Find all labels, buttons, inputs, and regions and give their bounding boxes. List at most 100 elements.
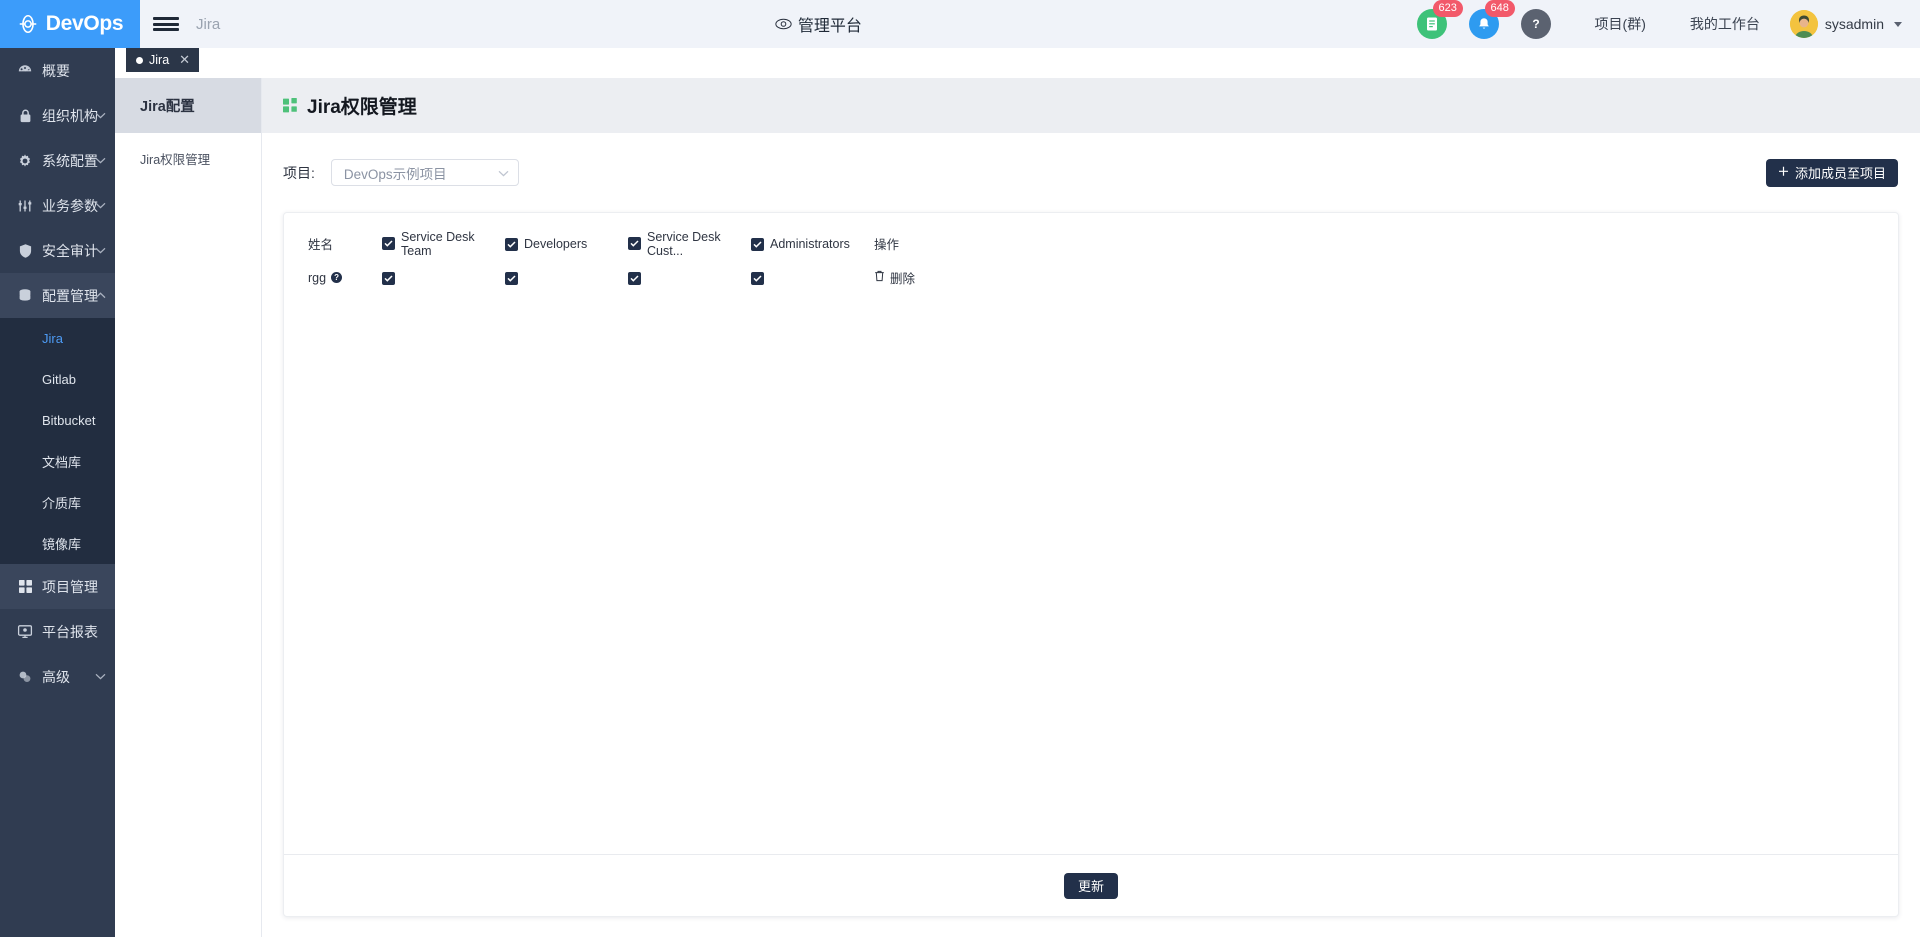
sidebar-item-organization[interactable]: 组织机构 bbox=[0, 93, 115, 138]
nav-link-workbench[interactable]: 我的工作台 bbox=[1668, 0, 1782, 48]
row-checkbox-developers[interactable] bbox=[505, 271, 518, 285]
question-circle-icon[interactable]: ? bbox=[331, 272, 343, 283]
sidebar-item-system-config[interactable]: 系统配置 bbox=[0, 138, 115, 183]
content-row: Jira配置 Jira权限管理 Jira权限管理 项目: DevOps示例项目 … bbox=[115, 78, 1920, 937]
sidebar-item-label: 项目管理 bbox=[42, 578, 98, 595]
chevron-down-icon bbox=[95, 247, 106, 254]
grid-icon bbox=[12, 579, 38, 594]
cell-service-desk-team bbox=[382, 258, 505, 297]
sidebar-item-label: 配置管理 bbox=[42, 287, 98, 304]
main-body: 姓名 Service Desk Team Developers Service … bbox=[262, 212, 1920, 937]
chevron-down-icon bbox=[95, 673, 106, 680]
user-name: sysadmin bbox=[1824, 16, 1884, 32]
th-service-desk-customers: Service Desk Cust... bbox=[628, 213, 751, 258]
table-header-row: 姓名 Service Desk Team Developers Service … bbox=[284, 213, 1898, 258]
add-member-button[interactable]: 添加成员至项目 bbox=[1765, 158, 1898, 187]
project-select-value: DevOps示例项目 bbox=[343, 166, 447, 182]
plus-icon bbox=[1778, 165, 1789, 180]
cell-service-desk-customers bbox=[628, 258, 751, 297]
th-label: Developers bbox=[524, 237, 588, 251]
database-icon bbox=[12, 288, 38, 304]
sidebar-subitem-bitbucket[interactable]: Bitbucket bbox=[0, 400, 115, 441]
row-checkbox-service-desk-team[interactable] bbox=[382, 271, 395, 285]
th-label: Service Desk Cust... bbox=[647, 229, 721, 258]
close-icon[interactable]: ✕ bbox=[175, 52, 190, 68]
sidebar-item-platform-reports[interactable]: 平台报表 bbox=[0, 609, 115, 654]
delete-label: 删除 bbox=[890, 272, 916, 286]
sidebar-item-business-params[interactable]: 业务参数 bbox=[0, 183, 115, 228]
sliders-icon bbox=[12, 198, 38, 214]
page-header: Jira权限管理 bbox=[262, 78, 1920, 133]
svg-text:?: ? bbox=[1532, 17, 1539, 31]
main-content: Jira权限管理 项目: DevOps示例项目 添加成员至项目 姓名 Servi… bbox=[262, 78, 1920, 937]
cell-developers bbox=[505, 258, 628, 297]
cell-administrators bbox=[751, 258, 874, 297]
row-checkbox-service-desk-customers[interactable] bbox=[628, 271, 641, 285]
th-label: Administrators bbox=[770, 237, 850, 251]
sidebar-item-project-management[interactable]: 项目管理 bbox=[0, 564, 115, 609]
th-name-label: 姓名 bbox=[308, 237, 334, 252]
bell-badge-count: 648 bbox=[1484, 0, 1515, 17]
header-checkbox-developers[interactable] bbox=[505, 237, 518, 251]
th-actions: 操作 bbox=[874, 213, 1898, 258]
dashboard-icon bbox=[12, 63, 38, 79]
th-administrators: Administrators bbox=[751, 213, 874, 258]
topbar-actions: 623 648 ? 项目(群) 我的工作台 sysadmin bbox=[1416, 0, 1920, 48]
topbar-app-name: Jira bbox=[196, 15, 221, 33]
chevron-down-icon bbox=[95, 157, 106, 164]
sidebar-item-overview[interactable]: 概要 bbox=[0, 48, 115, 93]
sidebar-subitem-image-repo[interactable]: 镜像库 bbox=[0, 523, 115, 564]
sidebar-item-label: 组织机构 bbox=[42, 107, 98, 124]
table-row: rgg ? 删除 bbox=[284, 258, 1898, 297]
chevron-down-icon bbox=[1894, 21, 1902, 27]
chevron-down-icon bbox=[95, 112, 106, 119]
help-button[interactable]: ? bbox=[1520, 9, 1551, 39]
trash-icon bbox=[874, 270, 885, 285]
shield-icon bbox=[12, 243, 38, 259]
sidebar-subitem-doc-repo[interactable]: 文档库 bbox=[0, 441, 115, 482]
update-button[interactable]: 更新 bbox=[1063, 872, 1118, 899]
sidebar-item-advanced[interactable]: 高级 bbox=[0, 654, 115, 699]
sidebar-item-label: 平台报表 bbox=[42, 623, 98, 640]
lock-icon bbox=[12, 108, 38, 124]
notification-bell-button[interactable]: 648 bbox=[1468, 0, 1515, 39]
settings-advanced-icon bbox=[12, 669, 38, 685]
tab-strip: Jira ✕ bbox=[115, 48, 1920, 78]
project-label: 项目: bbox=[283, 164, 315, 181]
sidebar-subitem-jira[interactable]: Jira bbox=[0, 318, 115, 359]
sidebar-subitem-gitlab[interactable]: Gitlab bbox=[0, 359, 115, 400]
th-actions-label: 操作 bbox=[874, 237, 900, 252]
brand-logo-area[interactable]: DevOps bbox=[0, 0, 140, 48]
platform-title-area: 管理平台 bbox=[220, 0, 1416, 48]
sidebar-subitem-media-repo[interactable]: 介质库 bbox=[0, 482, 115, 523]
header-checkbox-service-desk-team[interactable] bbox=[382, 237, 395, 250]
hamburger-icon[interactable] bbox=[140, 0, 192, 48]
document-notification-button[interactable]: 623 bbox=[1416, 0, 1463, 39]
sidebar-item-security-audit[interactable]: 安全审计 bbox=[0, 228, 115, 273]
nav-link-projects[interactable]: 项目(群) bbox=[1573, 0, 1668, 48]
sidebar-item-label: 业务参数 bbox=[42, 197, 98, 214]
app-shell: 概要 组织机构 系统配置 业务参数 安全审计 配置管理 Jira Gitlab … bbox=[0, 48, 1920, 937]
tab-jira[interactable]: Jira ✕ bbox=[126, 48, 200, 72]
page-title: Jira权限管理 bbox=[307, 97, 417, 118]
tab-status-dot-icon bbox=[136, 56, 143, 64]
project-select[interactable]: DevOps示例项目 bbox=[330, 159, 519, 186]
secondary-sidebar: Jira配置 Jira权限管理 bbox=[115, 78, 262, 937]
th-label: Service Desk Team bbox=[401, 229, 475, 258]
green-grid-icon bbox=[283, 98, 298, 113]
sidebar-item-config-management[interactable]: 配置管理 bbox=[0, 273, 115, 318]
user-menu[interactable]: sysadmin bbox=[1782, 10, 1902, 38]
chevron-down-icon bbox=[95, 202, 106, 209]
header-checkbox-administrators[interactable] bbox=[751, 237, 764, 251]
right-region: Jira ✕ Jira配置 Jira权限管理 Jira权限管理 项目: DevO… bbox=[115, 48, 1920, 937]
delete-row-button[interactable]: 删除 bbox=[874, 268, 915, 287]
secondary-sidebar-title: Jira配置 bbox=[115, 78, 261, 133]
question-mark-icon: ? bbox=[1520, 9, 1551, 39]
header-checkbox-service-desk-customers[interactable] bbox=[628, 237, 641, 250]
row-checkbox-administrators[interactable] bbox=[751, 271, 764, 285]
sidebar-subgroup-config: Jira Gitlab Bitbucket 文档库 介质库 镜像库 bbox=[0, 318, 115, 564]
card-footer: 更新 bbox=[284, 854, 1898, 916]
subnav-item-jira-permissions[interactable]: Jira权限管理 bbox=[115, 141, 261, 175]
brand-name: DevOps bbox=[45, 12, 124, 35]
eye-icon bbox=[775, 18, 792, 30]
